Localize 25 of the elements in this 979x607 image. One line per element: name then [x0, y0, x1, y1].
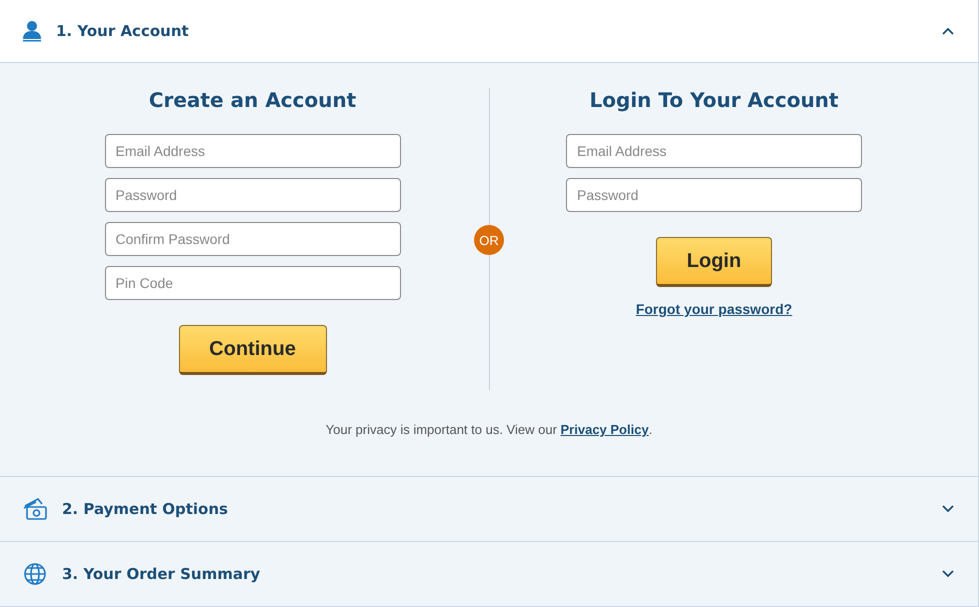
- input-field[interactable]: Email Address: [566, 134, 862, 168]
- section-header[interactable]: 3. Your Order Summary: [0, 542, 978, 607]
- cash-icon: [22, 497, 48, 521]
- input-field[interactable]: Email Address: [104, 134, 400, 168]
- privacy-policy-link[interactable]: Privacy Policy: [560, 422, 649, 437]
- input-field[interactable]: Confirm Password: [104, 222, 400, 256]
- or-badge: OR: [474, 225, 504, 255]
- login-title: Login To Your Account: [590, 88, 838, 112]
- section-title: 2. Payment Options: [62, 500, 229, 518]
- chevron-icon: [942, 505, 954, 513]
- chevron-icon: [942, 570, 954, 578]
- login-button[interactable]: Login: [656, 237, 772, 287]
- person-icon: [22, 20, 42, 42]
- section-header[interactable]: 2. Payment Options: [0, 477, 978, 542]
- chevron-icon: [942, 27, 954, 35]
- input-field[interactable]: Password: [566, 178, 862, 212]
- section-title: 1. Your Account: [56, 22, 190, 40]
- input-field[interactable]: Password: [104, 178, 400, 212]
- input-field[interactable]: Pin Code: [104, 266, 400, 300]
- privacy-note: Your privacy is important to us. View our Privacy Policy.: [324, 422, 654, 437]
- section-title: 3. Your Order Summary: [62, 565, 262, 583]
- continue-button[interactable]: Continue: [178, 325, 326, 375]
- globe-icon: [22, 562, 48, 586]
- create-account-title: Create an Account: [148, 88, 356, 112]
- forgot-password-link[interactable]: Forgot your password?: [636, 301, 792, 317]
